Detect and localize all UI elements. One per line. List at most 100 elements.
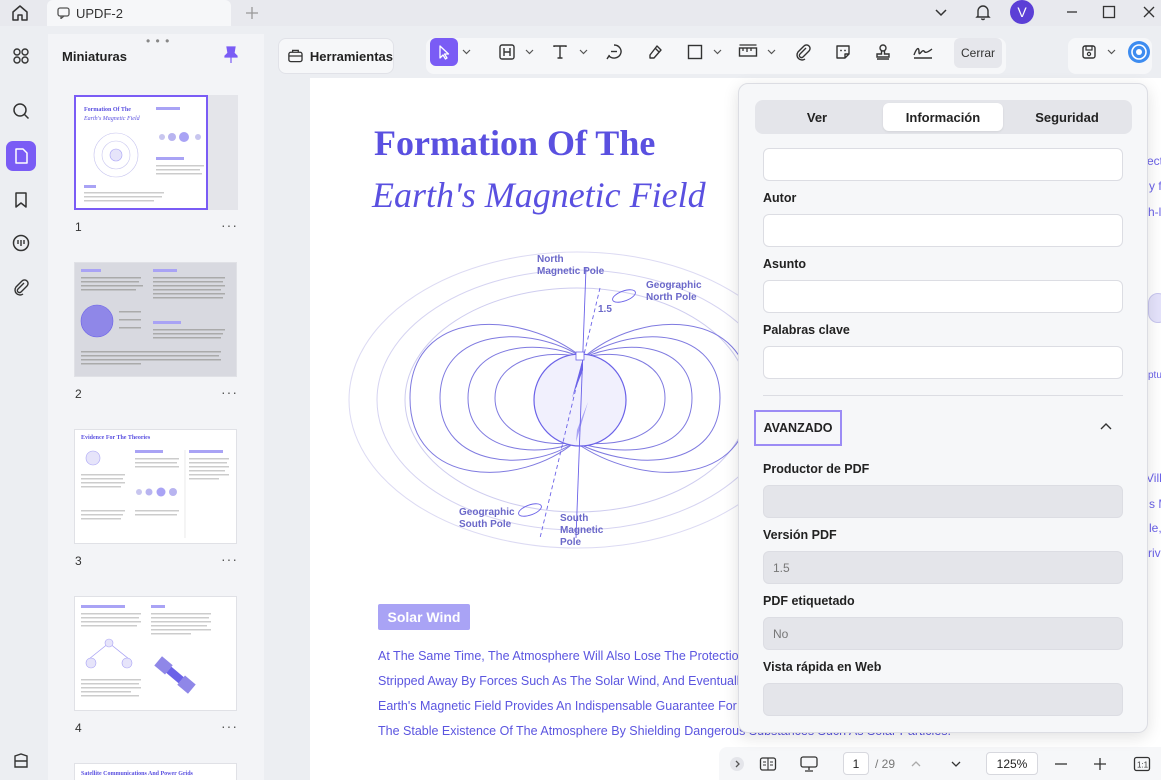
zoom-out-icon[interactable]	[1053, 752, 1069, 776]
geographic-south-pole-label: Geographic South Pole	[459, 507, 515, 530]
pdf-producer-field	[763, 485, 1123, 518]
subject-label: Asunto	[763, 257, 807, 271]
keywords-field[interactable]	[763, 346, 1123, 379]
properties-tab-switcher: Ver Información Seguridad	[755, 100, 1132, 134]
chevron-down-icon[interactable]	[579, 47, 588, 56]
thumbnail-page-number: 4	[75, 721, 82, 735]
signature-icon[interactable]	[909, 38, 937, 66]
sticker-icon[interactable]	[829, 38, 857, 66]
angle-label: 1.5	[598, 304, 612, 315]
thumbnail-page-number: 2	[75, 387, 82, 401]
reading-mode-icon[interactable]	[757, 752, 779, 776]
page-navigation-bar: 1 / 29 125% 1:1	[719, 747, 1161, 780]
thumbnail-page-number: 1	[75, 220, 82, 234]
svg-text:Formation Of The: Formation Of The	[84, 107, 131, 113]
tab-view[interactable]: Ver	[758, 103, 876, 131]
south-magnetic-pole-label: South Magnetic Pole	[560, 513, 604, 548]
pdf-tagged-field: No	[763, 617, 1123, 650]
chevron-down-icon[interactable]	[948, 752, 964, 776]
keywords-label: Palabras clave	[763, 323, 850, 337]
chevron-down-icon[interactable]	[930, 0, 952, 24]
stamp-icon[interactable]	[869, 38, 897, 66]
user-avatar[interactable]: V	[1010, 0, 1034, 24]
north-magnetic-pole-label: North Magnetic Pole	[537, 254, 605, 277]
svg-text:1:1: 1:1	[1137, 761, 1149, 770]
bookmark-icon[interactable]	[6, 185, 36, 215]
thumbnails-grid-icon[interactable]	[6, 41, 36, 71]
tab-information[interactable]: Información	[883, 103, 1003, 131]
page-thumbnail-1[interactable]: Formation Of The Earth's Magnetic Field	[74, 95, 208, 210]
search-icon[interactable]	[6, 96, 36, 126]
minimize-icon[interactable]	[1060, 0, 1084, 24]
text-field-icon[interactable]	[493, 38, 521, 66]
tab-security[interactable]: Seguridad	[1007, 103, 1127, 131]
page-thumbnail-2[interactable]	[74, 262, 237, 377]
subject-field[interactable]	[763, 280, 1123, 313]
text-tool-icon[interactable]	[546, 38, 574, 66]
chevron-down-icon[interactable]	[525, 47, 534, 56]
highlighter-icon[interactable]	[641, 38, 669, 66]
peek-graphic	[1148, 293, 1161, 323]
home-icon[interactable]	[8, 2, 32, 24]
rectangle-shape-icon[interactable]	[681, 38, 709, 66]
peek-text: Vill	[1146, 471, 1161, 485]
chevron-up-icon[interactable]	[1099, 420, 1113, 434]
title-field[interactable]	[763, 148, 1123, 181]
peek-text: ptu	[1148, 370, 1161, 381]
zoom-level-input[interactable]: 125%	[986, 752, 1038, 775]
new-tab-plus-icon[interactable]	[242, 3, 262, 23]
peek-text: le,	[1149, 521, 1161, 535]
current-page-input[interactable]: 1	[843, 752, 869, 775]
panel-drag-handle[interactable]: • • •	[146, 34, 170, 48]
layers-icon[interactable]	[6, 746, 36, 776]
select-cursor-icon[interactable]	[430, 38, 458, 66]
chevron-down-icon[interactable]	[1107, 47, 1116, 56]
thumbnail-more-button[interactable]: ···	[221, 718, 238, 734]
advanced-section-toggle[interactable]: AVANZADO	[754, 410, 842, 446]
tools-button-label: Herramientas	[309, 48, 393, 64]
page-thumbnail-3[interactable]: Evidence For The Theories	[74, 429, 237, 544]
solar-wind-section-badge: Solar Wind	[378, 604, 470, 630]
pages-panel-icon[interactable]	[6, 141, 36, 171]
document-tab[interactable]: UPDF-2	[47, 0, 231, 26]
ai-assistant-icon[interactable]	[1125, 38, 1153, 66]
attachment-icon[interactable]	[6, 272, 36, 302]
thumbnail-more-button[interactable]: ···	[221, 217, 238, 233]
thumbnail-more-button[interactable]: ···	[221, 384, 238, 400]
save-disk-icon[interactable]	[1075, 38, 1103, 66]
page-thumbnail-5[interactable]: Satellite Communications And Power Grids	[74, 763, 237, 780]
comment-bubble-icon[interactable]	[600, 38, 628, 66]
geographic-north-pole-label: Geographic North Pole	[646, 280, 702, 303]
bell-icon[interactable]	[971, 0, 995, 24]
pdf-version-label: Versión PDF	[763, 528, 837, 542]
svg-text:Earth's Magnetic Field: Earth's Magnetic Field	[83, 116, 141, 122]
actual-size-icon[interactable]: 1:1	[1131, 752, 1153, 776]
author-label: Autor	[763, 191, 797, 205]
chevron-down-icon[interactable]	[462, 47, 471, 56]
page-thumbnail-4[interactable]	[74, 596, 237, 711]
total-pages-label: / 29	[874, 757, 895, 771]
pin-icon[interactable]	[224, 46, 238, 64]
peek-text: rive	[1148, 546, 1161, 560]
author-field[interactable]	[763, 214, 1123, 247]
measure-ruler-icon[interactable]	[734, 38, 762, 66]
attach-file-icon[interactable]	[789, 38, 817, 66]
section-divider	[763, 395, 1123, 396]
pdf-producer-label: Productor de PDF	[763, 462, 870, 476]
chevron-down-icon[interactable]	[767, 47, 776, 56]
maximize-icon[interactable]	[1097, 0, 1121, 24]
presentation-icon[interactable]	[797, 752, 821, 776]
pdf-tagged-label: PDF etiquetado	[763, 594, 855, 608]
chevron-down-icon[interactable]	[713, 47, 722, 56]
chevron-left-icon[interactable]	[729, 752, 745, 776]
tools-button[interactable]: Herramientas	[278, 38, 394, 74]
zoom-in-icon[interactable]	[1092, 752, 1108, 776]
thumbnail-more-button[interactable]: ···	[221, 551, 238, 567]
thumbnail-heading: Satellite Communications And Power Grids	[81, 771, 193, 777]
chevron-up-icon[interactable]	[908, 752, 924, 776]
body-text-line: At The Same Time, The Atmosphere Will Al…	[378, 649, 763, 663]
comments-icon[interactable]	[6, 228, 36, 258]
close-window-icon[interactable]	[1137, 0, 1161, 24]
body-text-line: Earth's Magnetic Field Provides An Indis…	[378, 699, 762, 713]
close-tools-button[interactable]: Cerrar	[954, 38, 1002, 68]
